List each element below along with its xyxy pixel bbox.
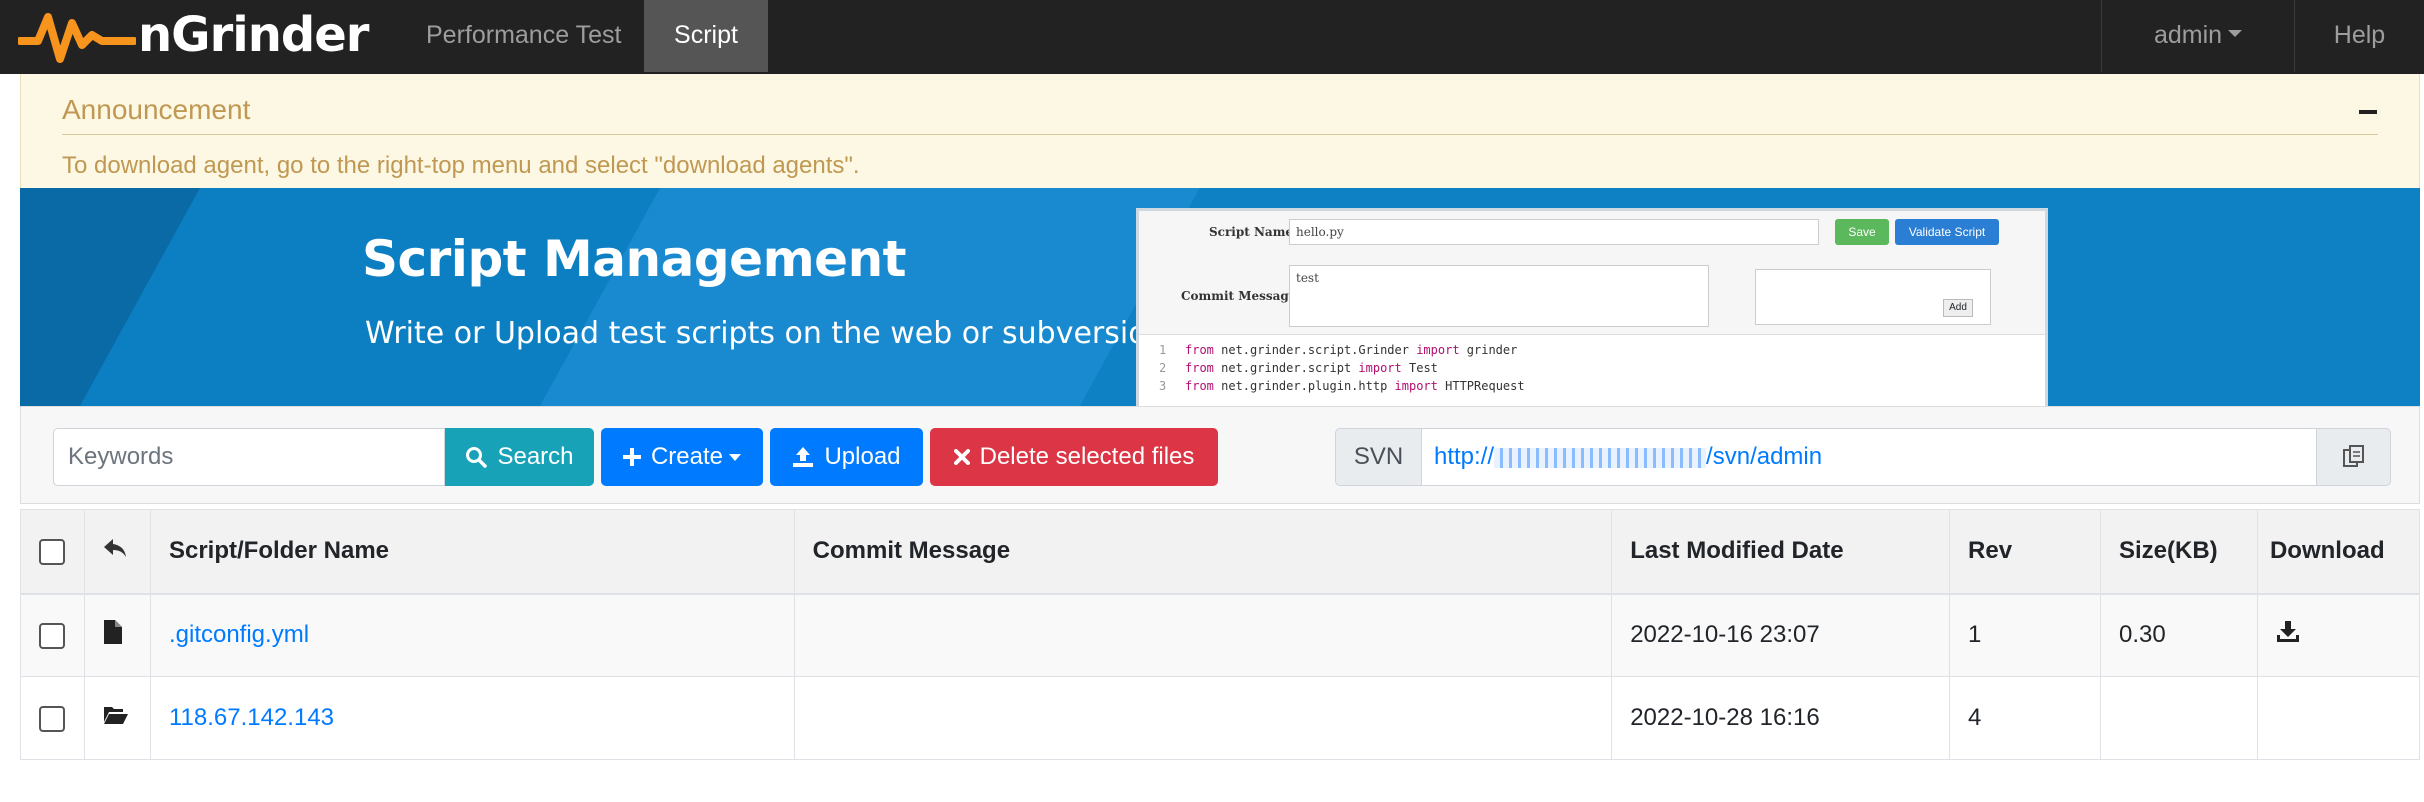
- upload-button[interactable]: Upload: [770, 428, 923, 486]
- col-header-size[interactable]: Size(KB): [2099, 509, 2258, 595]
- row-size-cell: [2099, 676, 2258, 760]
- mock-validate-button: Validate Script: [1895, 219, 1999, 245]
- user-menu[interactable]: admin: [2102, 0, 2294, 72]
- reply-arrow-icon[interactable]: [103, 537, 127, 559]
- plus-icon: [622, 448, 641, 466]
- mock-save-button: Save: [1835, 219, 1889, 245]
- caret-down-icon: [2228, 29, 2243, 37]
- create-button[interactable]: Create: [601, 428, 763, 486]
- announcement-divider: [62, 134, 2378, 135]
- keywords-search-input[interactable]: [53, 428, 445, 486]
- script-table: Script/Folder Name Commit Message Last M…: [20, 509, 2421, 760]
- mock-code-line: 1 from net.grinder.script.Grinder import …: [1159, 343, 1518, 357]
- announcement-panel: Announcement To download agent, go to th…: [20, 74, 2420, 188]
- announcement-title: Announcement: [62, 94, 251, 125]
- mock-script-name-value: hello.py: [1296, 225, 1344, 239]
- folder-link[interactable]: 118.67.142.143: [169, 704, 334, 731]
- row-date-cell: 2022-10-16 23:07: [1611, 593, 1951, 677]
- mock-commit-box: test: [1289, 265, 1709, 327]
- user-name: admin: [2153, 21, 2223, 49]
- delete-button-label: Delete selected files: [979, 443, 1195, 470]
- logo-text: nGrinder: [138, 7, 369, 63]
- row-name-cell: 118.67.142.143: [149, 676, 795, 760]
- mock-commit-label: Commit Message: [1181, 289, 1297, 303]
- row-download-cell: [2256, 593, 2421, 677]
- nav-performance-test[interactable]: Performance Test: [396, 0, 651, 72]
- search-button[interactable]: Search: [445, 428, 594, 486]
- banner-subtitle: Write or Upload test scripts on the web …: [365, 316, 1166, 351]
- svn-url-group: SVN http:// /svn/admin: [1335, 428, 2391, 486]
- table-header-row: Script/Folder Name Commit Message Last M…: [20, 509, 2421, 595]
- svn-url-prefix: http://: [1434, 443, 1495, 470]
- mock-script-name-box: hello.py: [1289, 219, 1819, 245]
- download-icon[interactable]: [2276, 620, 2300, 643]
- row-download-cell: [2256, 676, 2421, 760]
- upload-button-label: Upload: [824, 443, 901, 470]
- close-icon: [953, 449, 970, 465]
- ngrinder-logo[interactable]: nGrinder: [18, 4, 369, 70]
- folder-open-icon: [103, 707, 128, 724]
- pulse-logo-icon: [18, 13, 136, 63]
- top-navbar: nGrinder Performance Test Script admin H…: [0, 0, 2424, 74]
- minimize-icon[interactable]: [2359, 110, 2377, 114]
- mock-script-name-label: Script Name: [1209, 225, 1294, 239]
- mock-code-editor: 1 from net.grinder.script.Grinder import …: [1139, 334, 2045, 406]
- announcement-text: To download agent, go to the right-top m…: [62, 152, 860, 179]
- row-name-cell: .gitconfig.yml: [149, 593, 795, 677]
- script-management-banner: Script Management Write or Upload test s…: [20, 188, 2420, 406]
- row-date-cell: 2022-10-28 16:16: [1611, 676, 1951, 760]
- row-rev-cell: 4: [1949, 676, 2101, 760]
- table-row: 118.67.142.143 2022-10-28 16:16 4: [20, 676, 2421, 760]
- mock-code-line: 3 from net.grinder.plugin.http import HTT…: [1159, 379, 1525, 393]
- mock-commit-value: test: [1296, 271, 1319, 285]
- row-select-cell: [20, 593, 85, 677]
- script-link[interactable]: .gitconfig.yml: [169, 621, 309, 648]
- nav-help[interactable]: Help: [2295, 0, 2424, 72]
- svn-url-suffix: /svn/admin: [1706, 443, 1823, 470]
- svn-label: SVN: [1335, 428, 1422, 486]
- parent-folder-cell: [83, 509, 151, 595]
- col-header-download: Download: [2256, 509, 2421, 595]
- caret-down-icon: [729, 453, 742, 461]
- mock-code-line: 2 from net.grinder.script import Test: [1159, 361, 1438, 375]
- col-header-name[interactable]: Script/Folder Name: [149, 509, 795, 595]
- col-header-date[interactable]: Last Modified Date: [1611, 509, 1951, 595]
- row-checkbox[interactable]: [39, 705, 65, 732]
- row-rev-cell: 1: [1949, 593, 2101, 677]
- script-toolbar: Search Create Upload Delete selected fil…: [20, 406, 2420, 504]
- row-commit-cell: [793, 593, 1613, 677]
- create-button-label: Create: [650, 443, 724, 470]
- row-size-cell: 0.30: [2099, 593, 2258, 677]
- svn-url-field[interactable]: http:// /svn/admin: [1421, 428, 2317, 486]
- upload-icon: [792, 446, 814, 468]
- col-header-rev[interactable]: Rev: [1949, 509, 2101, 595]
- search-icon: [465, 446, 488, 468]
- nav-script[interactable]: Script: [644, 0, 768, 72]
- search-button-label: Search: [497, 443, 574, 470]
- row-type-cell: [83, 676, 151, 760]
- row-checkbox[interactable]: [39, 622, 65, 649]
- banner-title: Script Management: [362, 230, 907, 288]
- file-icon: [103, 619, 122, 644]
- col-header-commit[interactable]: Commit Message: [793, 509, 1613, 595]
- select-all-cell: [20, 509, 85, 595]
- row-select-cell: [20, 676, 85, 760]
- select-all-checkbox[interactable]: [39, 538, 65, 565]
- row-type-cell: [83, 593, 151, 677]
- row-commit-cell: [793, 676, 1613, 760]
- redacted-host: [1494, 447, 1707, 468]
- mock-add-button: Add: [1943, 299, 1973, 317]
- delete-selected-button[interactable]: Delete selected files: [930, 428, 1218, 486]
- script-editor-preview: Script Name hello.py Save Validate Scrip…: [1136, 208, 2048, 406]
- copy-icon: [2342, 445, 2364, 467]
- copy-url-button[interactable]: [2316, 428, 2391, 486]
- table-row: .gitconfig.yml 2022-10-16 23:07 1 0.30: [20, 593, 2421, 677]
